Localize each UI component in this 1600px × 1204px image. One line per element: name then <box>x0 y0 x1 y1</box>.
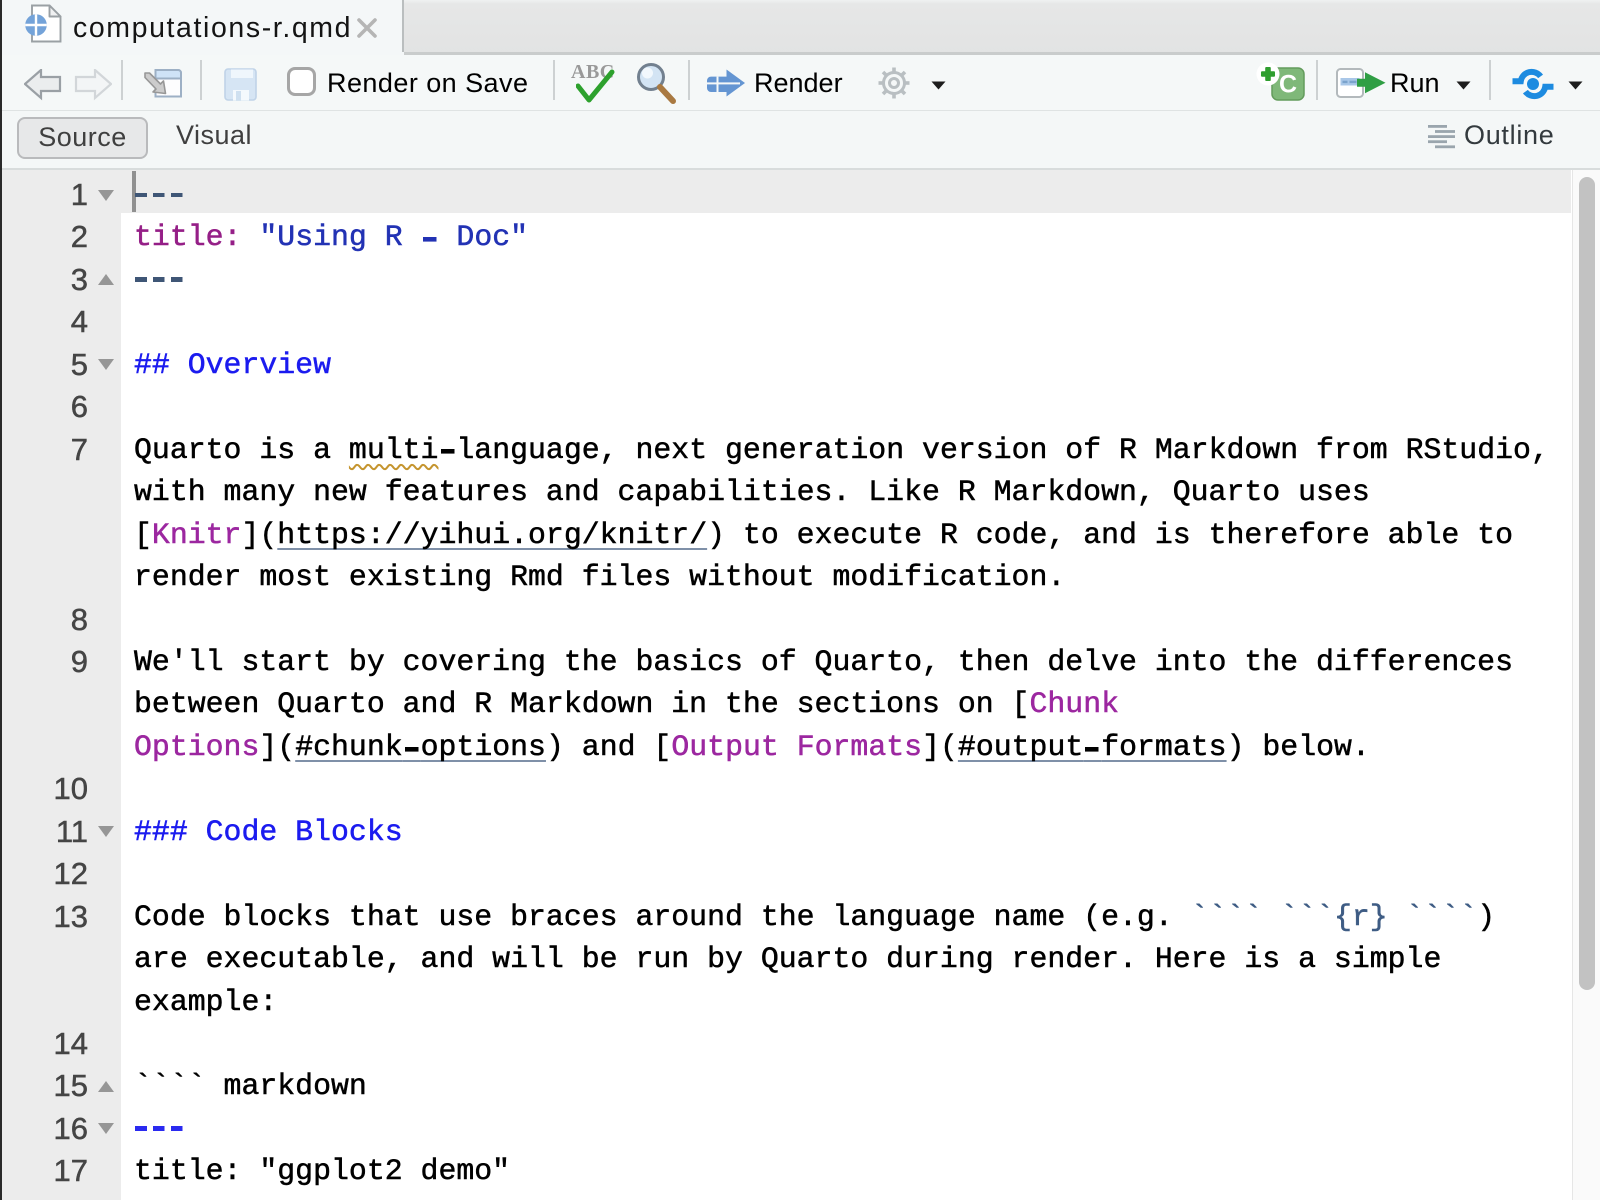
svg-text:C: C <box>1279 71 1297 99</box>
